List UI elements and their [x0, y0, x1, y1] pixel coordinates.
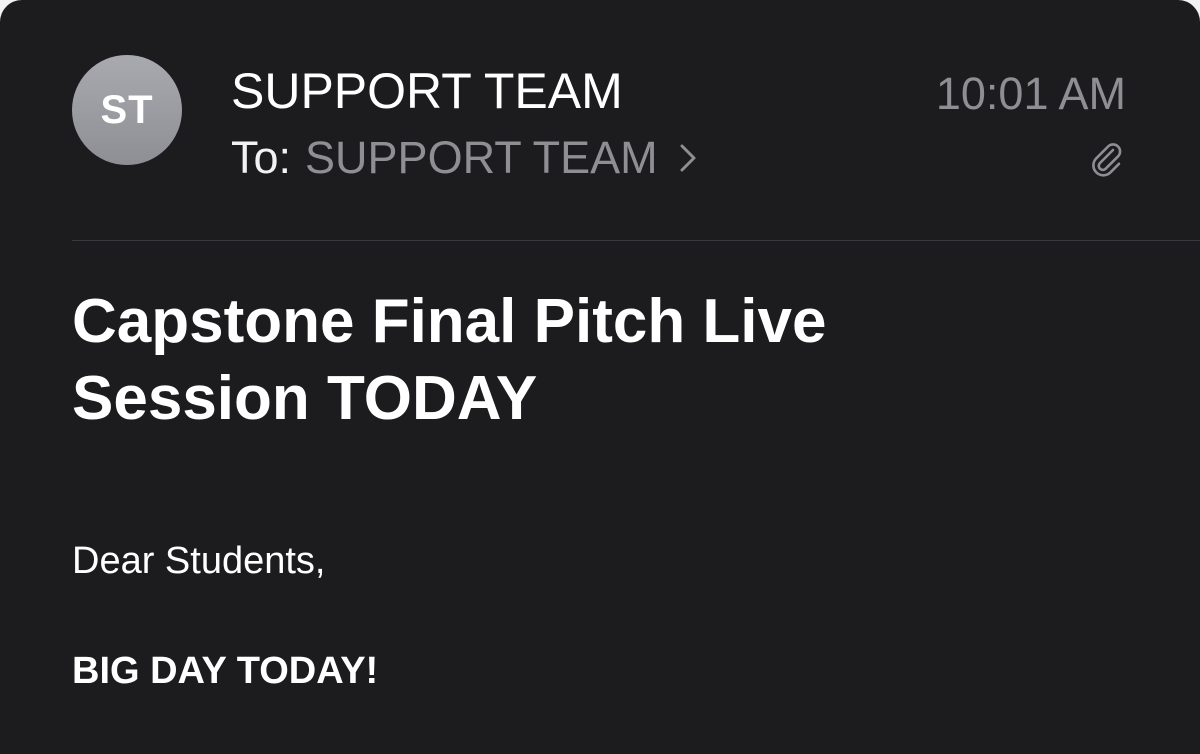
recipient-name[interactable]: SUPPORT TEAM [305, 132, 658, 184]
header-divider [72, 240, 1200, 241]
avatar-initials: ST [100, 87, 154, 132]
message-time: 10:01 AM [935, 68, 1126, 119]
sender-avatar[interactable]: ST [72, 55, 182, 165]
chevron-right-icon[interactable] [678, 143, 698, 173]
body-greeting: Dear Students, [72, 540, 326, 582]
body-headline: BIG DAY TODAY! [72, 650, 379, 692]
email-message-view: ST SUPPORT TEAM To: SUPPORT TEAM 10:01 A… [0, 0, 1200, 754]
paperclip-icon [1092, 143, 1122, 177]
recipient-row[interactable]: To: SUPPORT TEAM [231, 132, 698, 184]
sender-name[interactable]: SUPPORT TEAM [231, 62, 623, 120]
email-subject: Capstone Final Pitch Live Session TODAY [72, 287, 827, 433]
to-label: To: [231, 132, 292, 183]
